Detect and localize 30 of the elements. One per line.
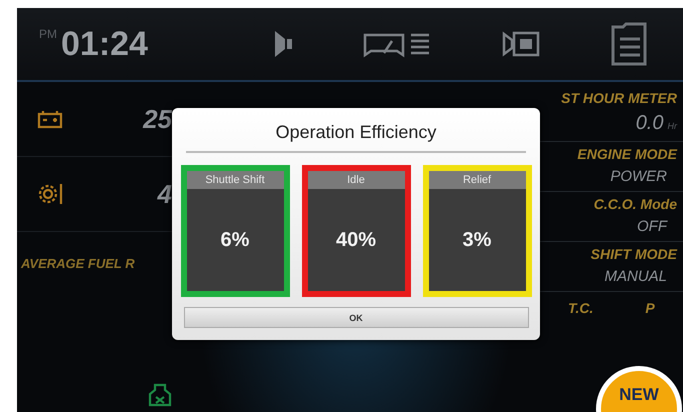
camera-icon[interactable] xyxy=(501,30,541,58)
status-label: ENGINE MODE xyxy=(577,146,677,162)
card-label: Relief xyxy=(428,171,526,189)
card-label: Idle xyxy=(308,171,404,189)
status-label: C.C.O. Mode xyxy=(594,196,677,212)
status-value: 0.0 xyxy=(636,112,664,135)
time-period: PM xyxy=(39,26,57,40)
status-label: SHIFT MODE xyxy=(590,246,677,262)
status-value: POWER xyxy=(610,168,667,185)
gear-icon xyxy=(37,181,65,207)
unit-label: Hr xyxy=(668,121,677,131)
reading-value: 25 xyxy=(143,104,172,134)
fuel-label: AVERAGE FUEL R xyxy=(21,256,136,271)
clipboard-icon[interactable] xyxy=(609,21,649,67)
reading-value: 4 xyxy=(158,178,172,210)
speaker-icon[interactable] xyxy=(273,29,293,59)
card-value: 3% xyxy=(462,228,492,252)
card-label: Shuttle Shift xyxy=(186,171,284,189)
card-value: 6% xyxy=(220,228,250,252)
ok-button[interactable]: OK xyxy=(184,307,528,328)
status-value: MANUAL xyxy=(604,268,667,285)
status-label: T.C. xyxy=(568,300,594,316)
engine-icon xyxy=(148,382,172,408)
dialog-title: Operation Efficiency xyxy=(186,122,526,153)
clock-time: 01:24 xyxy=(61,24,148,64)
card-value: 40% xyxy=(334,228,378,252)
status-label: ST HOUR METER xyxy=(561,90,677,106)
battery-icon xyxy=(37,109,63,129)
status-label: P xyxy=(645,300,655,316)
status-value: OFF xyxy=(637,218,667,235)
